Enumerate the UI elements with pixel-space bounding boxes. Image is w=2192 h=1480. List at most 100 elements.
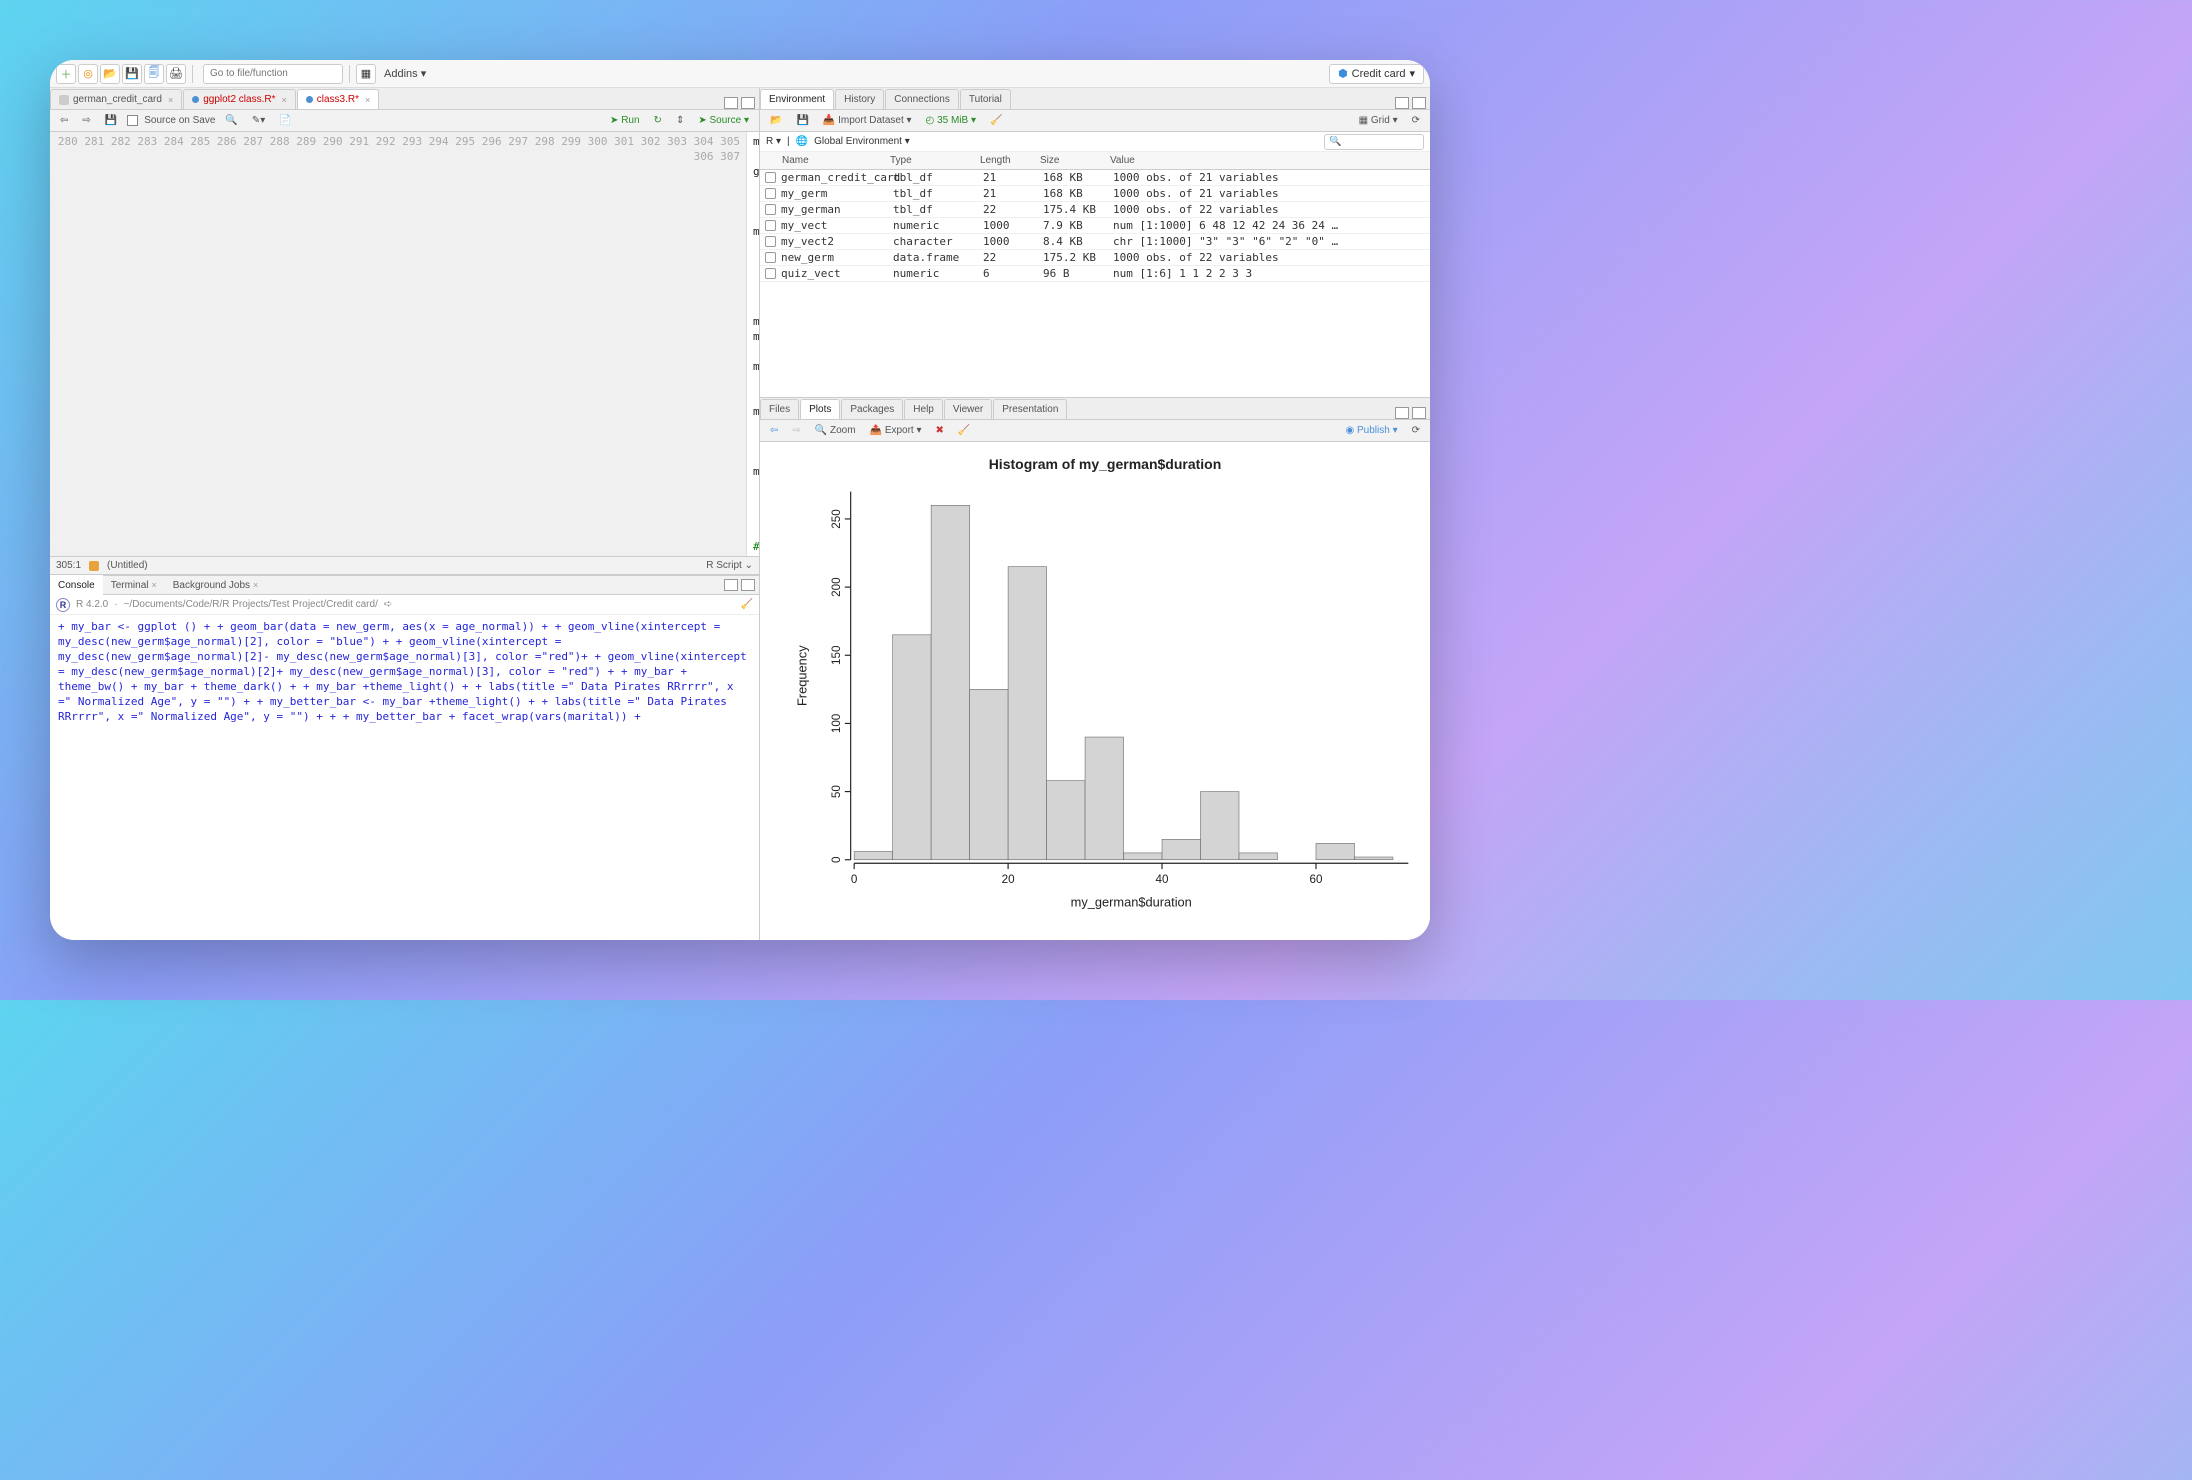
pane-tab[interactable]: History bbox=[835, 89, 884, 109]
addins-menu[interactable]: Addins ▾ bbox=[378, 67, 432, 80]
save-button[interactable]: 💾 bbox=[122, 64, 142, 84]
rerun-icon[interactable]: ↻ bbox=[650, 115, 666, 126]
path-arrow-icon[interactable]: ➪ bbox=[384, 599, 392, 610]
new-file-button[interactable]: ＋ bbox=[56, 64, 76, 84]
next-plot-icon[interactable]: ⇨ bbox=[788, 425, 804, 436]
env-variable-row[interactable]: new_germdata.frame22175.2 KB1000 obs. of… bbox=[760, 250, 1430, 266]
svg-text:250: 250 bbox=[830, 509, 843, 529]
env-variable-row[interactable]: my_germtbl_df21168 KB1000 obs. of 21 var… bbox=[760, 186, 1430, 202]
console-pane-controls[interactable] bbox=[724, 579, 759, 591]
new-project-button[interactable]: ◎ bbox=[78, 64, 98, 84]
plots-toolbar: ⇦ ⇨ 🔍 Zoom 📤 Export ▾ ✖ 🧹 ◉ Publish ▾ ⟳ bbox=[760, 420, 1430, 442]
pane-tab[interactable]: Connections bbox=[885, 89, 959, 109]
env-variable-row[interactable]: my_germantbl_df22175.4 KB1000 obs. of 22… bbox=[760, 202, 1430, 218]
clear-console-icon[interactable]: 🧹 bbox=[741, 599, 753, 610]
plots-pane-controls[interactable] bbox=[1395, 407, 1430, 419]
source-tab[interactable]: ggplot2 class.R*× bbox=[183, 89, 296, 109]
export-plot-button[interactable]: 📤 Export ▾ bbox=[866, 425, 926, 436]
histogram-plot: 0204060050100150200250my_german$duration… bbox=[790, 480, 1420, 924]
r-logo-icon: R bbox=[56, 598, 70, 612]
working-dir[interactable]: ~/Documents/Code/R/R Projects/Test Proje… bbox=[124, 599, 378, 610]
doc-type-icon bbox=[89, 561, 99, 571]
pane-window-controls[interactable] bbox=[724, 97, 759, 109]
save-source-icon[interactable]: 💾 bbox=[101, 115, 121, 126]
svg-text:60: 60 bbox=[1309, 873, 1322, 886]
environment-search[interactable] bbox=[1324, 134, 1424, 150]
refresh-plot-icon[interactable]: ⟳ bbox=[1408, 425, 1424, 436]
environment-scope[interactable]: Global Environment ▾ bbox=[814, 136, 910, 147]
console-tab[interactable]: Background Jobs× bbox=[165, 575, 267, 595]
pane-tab[interactable]: Packages bbox=[841, 399, 903, 419]
main-toolbar: ＋ ◎ 📂 💾 🗐 🖨 ▦ Addins ▾ ⬢Credit card ▾ bbox=[50, 60, 1430, 88]
console-tab[interactable]: Terminal× bbox=[103, 575, 165, 595]
svg-text:50: 50 bbox=[830, 785, 843, 798]
compile-icon[interactable]: 📄 bbox=[275, 115, 295, 126]
svg-text:100: 100 bbox=[830, 713, 843, 733]
env-pane-controls[interactable] bbox=[1395, 97, 1430, 109]
pane-tab[interactable]: Viewer bbox=[944, 399, 992, 419]
env-variable-row[interactable]: german_credit_cardtbl_df21168 KB1000 obs… bbox=[760, 170, 1430, 186]
svg-text:20: 20 bbox=[1002, 873, 1015, 886]
save-workspace-icon[interactable]: 💾 bbox=[792, 115, 812, 126]
zoom-plot-button[interactable]: 🔍 Zoom bbox=[811, 425, 860, 436]
import-dataset-button[interactable]: 📥 Import Dataset ▾ bbox=[819, 115, 916, 126]
memory-indicator[interactable]: ◴ 35 MiB ▾ bbox=[922, 115, 980, 126]
source-tabbar: german_credit_card×ggplot2 class.R*×clas… bbox=[50, 88, 759, 110]
r-version: R 4.2.0 bbox=[76, 599, 108, 610]
plot-area: Histogram of my_german$duration 02040600… bbox=[760, 442, 1430, 940]
env-scope-icon: 🌐 bbox=[796, 136, 808, 147]
env-variable-row[interactable]: my_vectnumeric10007.9 KBnum [1:1000] 6 4… bbox=[760, 218, 1430, 234]
forward-icon[interactable]: ⇨ bbox=[78, 115, 94, 126]
broom-icon[interactable]: 🧹 bbox=[986, 115, 1006, 126]
project-selector[interactable]: ⬢Credit card ▾ bbox=[1329, 64, 1424, 84]
console-tab[interactable]: Console bbox=[50, 575, 103, 595]
source-on-save-checkbox[interactable] bbox=[127, 115, 138, 126]
prev-plot-icon[interactable]: ⇦ bbox=[766, 425, 782, 436]
pane-tab[interactable]: Help bbox=[904, 399, 943, 419]
clear-plots-icon[interactable]: 🧹 bbox=[954, 425, 974, 436]
source-button[interactable]: ➤ Source ▾ bbox=[694, 115, 753, 126]
env-col-type[interactable]: Type bbox=[890, 155, 980, 166]
source-toolbar: ⇦ ⇨ 💾 Source on Save 🔍 ✎▾ 📄 ➤ Run ↻ ⇕ ➤ … bbox=[50, 110, 759, 132]
open-file-button[interactable]: 📂 bbox=[100, 64, 120, 84]
environment-toolbar: 📂 💾 📥 Import Dataset ▾ ◴ 35 MiB ▾ 🧹 ▦ Gr… bbox=[760, 110, 1430, 132]
svg-text:40: 40 bbox=[1156, 873, 1169, 886]
refresh-env-icon[interactable]: ⟳ bbox=[1408, 115, 1424, 126]
env-variable-row[interactable]: quiz_vectnumeric696 Bnum [1:6] 1 1 2 2 3… bbox=[760, 266, 1430, 282]
run-button[interactable]: ➤ Run bbox=[606, 115, 644, 126]
grid-icon[interactable]: ▦ bbox=[356, 64, 376, 84]
language-scope[interactable]: R ▾ bbox=[766, 136, 781, 147]
go-to-file-input[interactable] bbox=[203, 64, 343, 84]
env-variable-row[interactable]: my_vect2character10008.4 KBchr [1:1000] … bbox=[760, 234, 1430, 250]
doc-name[interactable]: (Untitled) bbox=[107, 560, 148, 571]
code-editor[interactable]: 280 281 282 283 284 285 286 287 288 289 … bbox=[50, 132, 759, 556]
print-button[interactable]: 🖨 bbox=[166, 64, 186, 84]
remove-plot-icon[interactable]: ✖ bbox=[932, 425, 948, 436]
env-col-size[interactable]: Size bbox=[1040, 155, 1110, 166]
view-mode-button[interactable]: ▦ Grid ▾ bbox=[1355, 115, 1402, 126]
wand-icon[interactable]: ✎▾ bbox=[248, 115, 269, 126]
pane-tab[interactable]: Presentation bbox=[993, 399, 1067, 419]
back-icon[interactable]: ⇦ bbox=[56, 115, 72, 126]
pane-tab[interactable]: Plots bbox=[800, 399, 840, 419]
plots-tabbar: FilesPlotsPackagesHelpViewerPresentation bbox=[760, 398, 1430, 420]
load-workspace-icon[interactable]: 📂 bbox=[766, 115, 786, 126]
env-col-name[interactable]: Name bbox=[760, 155, 890, 166]
source-tab[interactable]: german_credit_card× bbox=[50, 89, 182, 109]
find-icon[interactable]: 🔍 bbox=[221, 115, 241, 126]
up-down-icon[interactable]: ⇕ bbox=[672, 115, 688, 126]
svg-text:my_german$duration: my_german$duration bbox=[1071, 894, 1192, 909]
save-all-button[interactable]: 🗐 bbox=[144, 64, 164, 84]
svg-text:200: 200 bbox=[830, 577, 843, 597]
console-tabbar: ConsoleTerminal×Background Jobs× bbox=[50, 575, 759, 595]
pane-tab[interactable]: Environment bbox=[760, 89, 834, 109]
publish-plot-button[interactable]: ◉ Publish ▾ bbox=[1341, 425, 1401, 436]
file-type-selector[interactable]: R Script ⌄ bbox=[706, 560, 753, 571]
pane-tab[interactable]: Tutorial bbox=[960, 89, 1011, 109]
env-col-value[interactable]: Value bbox=[1110, 155, 1430, 166]
svg-text:0: 0 bbox=[851, 873, 858, 886]
env-col-length[interactable]: Length bbox=[980, 155, 1040, 166]
pane-tab[interactable]: Files bbox=[760, 399, 799, 419]
console-output[interactable]: + my_bar <- ggplot () + + geom_bar(data … bbox=[50, 615, 759, 940]
source-tab[interactable]: class3.R*× bbox=[297, 89, 380, 109]
